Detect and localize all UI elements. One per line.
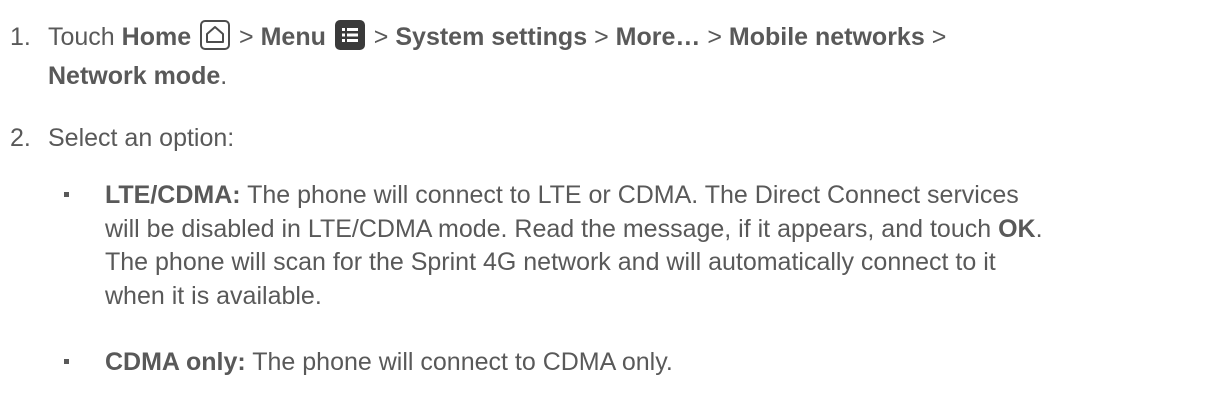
system-settings-label: System settings	[395, 23, 588, 51]
option-lte-cdma-line-3: The phone will scan for the Sprint 4G ne…	[105, 248, 996, 276]
option-cdma-only-label: CDMA only:	[105, 348, 246, 376]
mobile-networks-label: Mobile networks	[728, 23, 925, 51]
home-label: Home	[121, 23, 192, 51]
separator: >	[594, 23, 609, 51]
home-icon	[200, 20, 231, 51]
step-1-line-2: Network mode.	[48, 60, 227, 92]
separator: >	[373, 23, 389, 51]
ok-period: .	[1035, 215, 1043, 243]
option-lte-cdma-text-1: The phone will connect to LTE or CDMA. T…	[247, 181, 1019, 209]
option-lte-cdma-text-2: will be disabled in LTE/CDMA mode. Read …	[105, 215, 992, 243]
network-mode-label: Network mode	[48, 62, 221, 90]
step-2-text: Select an option:	[48, 124, 235, 152]
separator: >	[239, 23, 254, 51]
more-label: More…	[615, 23, 701, 51]
option-cdma-only-line-1: CDMA only: The phone will connect to CDM…	[105, 346, 673, 378]
ok-label: OK	[998, 215, 1036, 243]
option-lte-cdma-line-2: will be disabled in LTE/CDMA mode. Read …	[105, 213, 1043, 245]
step-1-touch: Touch	[48, 23, 115, 51]
step-1-line-1: Touch Home > Menu > System settings > Mo…	[48, 20, 947, 53]
step-1-period: .	[220, 62, 228, 90]
step-number-1: 1.	[10, 23, 31, 51]
option-lte-cdma-line-4: when it is available.	[105, 282, 322, 310]
separator: >	[707, 23, 722, 51]
menu-icon	[334, 20, 365, 51]
separator: >	[931, 23, 947, 51]
option-lte-cdma-label: LTE/CDMA:	[105, 181, 241, 209]
option-cdma-only-text: The phone will connect to CDMA only.	[252, 348, 673, 376]
step-number-2: 2.	[10, 124, 31, 152]
bullet	[64, 192, 69, 197]
option-lte-cdma-line-1: LTE/CDMA: The phone will connect to LTE …	[105, 179, 1019, 211]
menu-label: Menu	[260, 23, 326, 51]
bullet	[64, 359, 69, 364]
